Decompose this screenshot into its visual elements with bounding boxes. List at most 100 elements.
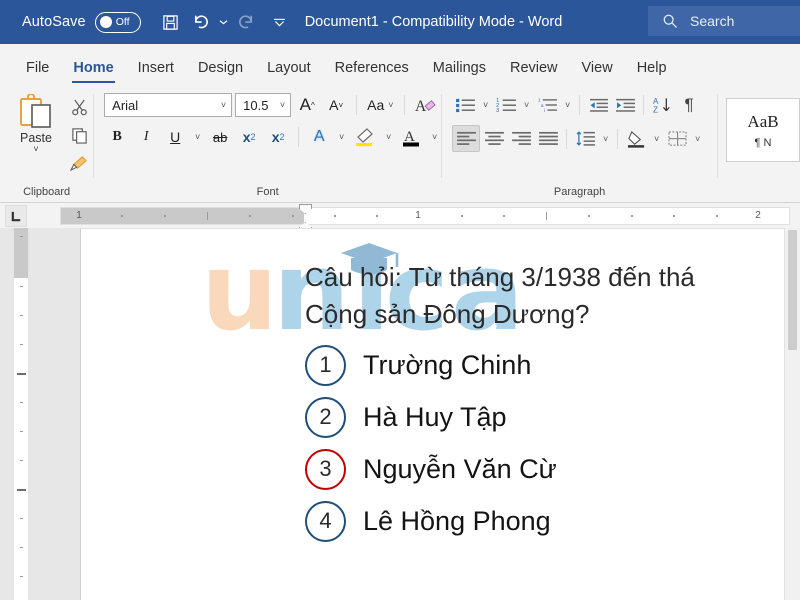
highlight-icon	[354, 127, 376, 147]
cut-button[interactable]	[66, 95, 92, 119]
copy-button[interactable]	[66, 123, 92, 147]
italic-button[interactable]: I	[133, 124, 159, 150]
answer-options-list: 1 Trường Chinh 2 Hà Huy Tập 3 Nguyễn Văn…	[305, 345, 784, 542]
line-spacing-dropdown[interactable]: ˅	[599, 126, 612, 152]
font-color-button[interactable]: A	[398, 124, 425, 150]
borders-icon	[667, 130, 688, 148]
subscript-button[interactable]: x2	[236, 124, 262, 150]
highlight-button[interactable]	[351, 124, 379, 150]
paste-dropdown-caret[interactable]: ˅	[33, 146, 38, 153]
numbering-button[interactable]: 1 2 3	[493, 93, 519, 118]
line-spacing-icon	[575, 130, 596, 147]
clear-formatting-icon: A	[415, 96, 437, 115]
vertical-ruler[interactable]	[13, 228, 29, 600]
scrollbar-thumb[interactable]	[788, 230, 797, 350]
justify-icon	[538, 131, 559, 147]
text-effects-dropdown[interactable]: ˅	[335, 124, 348, 150]
superscript-button[interactable]: x2	[265, 124, 291, 150]
font-size-combo[interactable]: 10.5 ˅	[235, 93, 291, 117]
tab-insert[interactable]: Insert	[126, 60, 186, 87]
autosave-toggle[interactable]: AutoSave Off	[22, 12, 141, 33]
document-title: Document1 - Compatibility Mode - Word	[305, 14, 563, 30]
format-painter-button[interactable]	[66, 151, 92, 175]
tab-stop-selector[interactable]	[5, 205, 27, 227]
tab-home[interactable]: Home	[61, 60, 125, 87]
shading-button[interactable]	[623, 126, 649, 151]
subscript-index: 2	[251, 132, 256, 142]
answer-option-3[interactable]: 3 Nguyễn Văn Cừ	[305, 449, 784, 490]
tab-view[interactable]: View	[570, 60, 625, 87]
borders-button[interactable]	[664, 126, 690, 151]
justify-button[interactable]	[535, 126, 561, 151]
autosave-state: Off	[116, 16, 130, 28]
vertical-scrollbar[interactable]	[784, 228, 800, 600]
show-marks-button[interactable]: ¶	[676, 93, 702, 118]
paste-button[interactable]: Paste ˅	[8, 92, 64, 175]
change-case-button[interactable]: Aa ˅	[364, 92, 396, 118]
divider	[617, 129, 618, 149]
increase-indent-button[interactable]	[612, 93, 638, 118]
highlight-dropdown[interactable]: ˅	[382, 124, 395, 150]
answer-option-4[interactable]: 4 Lê Hồng Phong	[305, 501, 784, 542]
bold-button[interactable]: B	[104, 124, 130, 150]
grow-font-button[interactable]: A^	[294, 92, 320, 118]
styles-group-label	[718, 183, 800, 202]
shrink-font-button[interactable]: A˅	[323, 92, 349, 118]
text-effects-icon: A	[314, 128, 325, 146]
tab-review[interactable]: Review	[498, 60, 570, 87]
divider	[579, 95, 580, 115]
multilevel-list-button[interactable]: 1 a i	[534, 93, 560, 118]
align-left-button[interactable]	[452, 125, 480, 152]
sort-button[interactable]: A Z	[649, 93, 675, 118]
align-right-button[interactable]	[508, 126, 534, 151]
bullets-dropdown[interactable]: ˅	[479, 92, 492, 118]
answer-option-1[interactable]: 1 Trường Chinh	[305, 345, 784, 386]
style-sample-text: AaB	[747, 112, 778, 132]
shading-dropdown[interactable]: ˅	[650, 126, 663, 152]
undo-dropdown[interactable]	[217, 8, 231, 36]
tab-mailings[interactable]: Mailings	[421, 60, 498, 87]
search-box[interactable]: Search	[648, 6, 800, 36]
undo-button[interactable]	[187, 8, 215, 36]
font-name-combo[interactable]: Arial ˅	[104, 93, 232, 117]
paste-label: Paste	[20, 131, 52, 145]
borders-dropdown[interactable]: ˅	[691, 126, 704, 152]
document-page[interactable]: u n i c a Câu hỏi: Từ tháng 3/1938 đến t…	[80, 228, 784, 600]
text-effects-button[interactable]: A	[306, 124, 332, 150]
undo-icon	[191, 13, 210, 32]
ribbon-group-paragraph: ˅ 1 2 3 ˅ 1 a	[442, 87, 717, 202]
tab-file[interactable]: File	[14, 60, 61, 87]
style-normal[interactable]: AaB ¶ N	[726, 98, 800, 162]
pilcrow-icon: ¶	[685, 95, 694, 115]
search-icon	[662, 13, 678, 29]
clear-formatting-button[interactable]: A	[412, 92, 440, 118]
strikethrough-button[interactable]: ab	[207, 124, 233, 150]
ribbon-group-font: Arial ˅ 10.5 ˅ A^ A˅	[94, 87, 441, 202]
redo-button[interactable]	[233, 8, 261, 36]
divider	[404, 95, 405, 115]
ribbon-group-clipboard: Paste ˅	[0, 87, 93, 202]
document-text-body[interactable]: Câu hỏi: Từ tháng 3/1938 đến thá Cộng sả…	[305, 259, 784, 542]
font-group-label: Font	[94, 183, 441, 202]
underline-button[interactable]: U	[162, 124, 188, 150]
ruler-number: 1	[415, 210, 421, 221]
tab-references[interactable]: References	[323, 60, 421, 87]
font-color-dropdown[interactable]: ˅	[428, 124, 441, 150]
numbering-dropdown[interactable]: ˅	[520, 92, 533, 118]
save-button[interactable]	[157, 8, 185, 36]
answer-option-2[interactable]: 2 Hà Huy Tập	[305, 397, 784, 438]
align-center-button[interactable]	[481, 126, 507, 151]
multilevel-list-icon: 1 a i	[537, 97, 558, 114]
tab-design[interactable]: Design	[186, 60, 255, 87]
multilevel-list-dropdown[interactable]: ˅	[561, 92, 574, 118]
line-spacing-button[interactable]	[572, 126, 598, 151]
autosave-switch[interactable]: Off	[95, 12, 141, 33]
copy-icon	[71, 127, 88, 144]
tab-help[interactable]: Help	[625, 60, 679, 87]
bullets-button[interactable]	[452, 93, 478, 118]
underline-dropdown[interactable]: ˅	[191, 124, 204, 150]
horizontal-ruler[interactable]: 1 1 2	[60, 207, 790, 225]
tab-layout[interactable]: Layout	[255, 60, 323, 87]
customize-qat-button[interactable]	[273, 8, 287, 36]
decrease-indent-button[interactable]	[585, 93, 611, 118]
